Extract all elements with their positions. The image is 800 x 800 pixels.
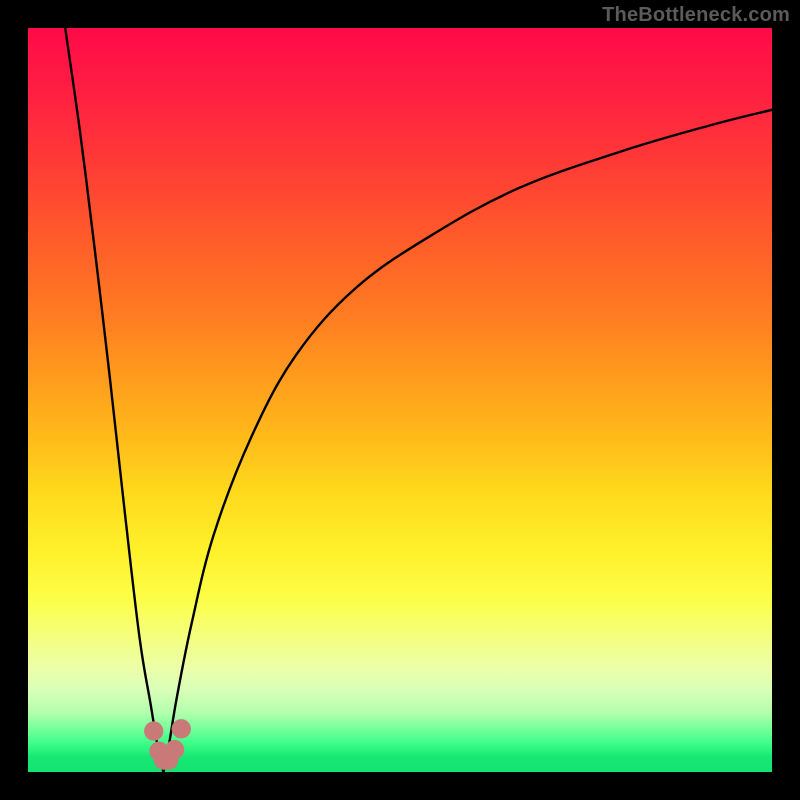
chart-svg [28,28,772,772]
curve-right-branch [163,110,772,772]
curve-left-branch [65,28,163,772]
dot-left-upper [144,721,163,740]
plot-area [28,28,772,772]
marker-dots-group [144,719,191,770]
dot-right-lower [165,740,184,759]
outer-frame: TheBottleneck.com [0,0,800,800]
dot-right-upper [172,719,191,738]
watermark-text: TheBottleneck.com [602,4,790,27]
